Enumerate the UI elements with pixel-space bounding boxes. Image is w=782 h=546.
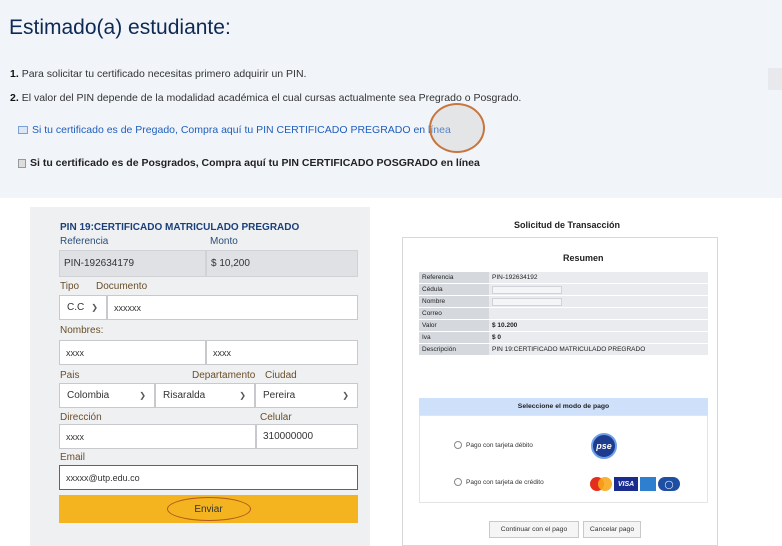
email-label: Email [60, 452, 86, 463]
row-key: Valor [419, 320, 489, 331]
direccion-label: Dirección [60, 412, 102, 423]
table-row: Cédula [419, 284, 708, 295]
amex-icon [640, 477, 656, 491]
row-key: Nombre [419, 296, 489, 307]
table-row: Nombre [419, 296, 708, 307]
celular-label: Celular [260, 412, 292, 423]
row-key: Descripción [419, 344, 489, 355]
departamento-select[interactable]: Risaralda ❯ [155, 383, 255, 408]
continue-payment-button[interactable]: Continuar con el pago [489, 521, 579, 538]
row-value [489, 284, 708, 295]
chevron-down-icon: ❯ [239, 391, 246, 400]
debit-label: Pago con tarjeta débito [466, 441, 533, 449]
row-value: PIN-192634192 [489, 272, 708, 283]
pais-select-value: Colombia [67, 390, 110, 401]
tipo-select[interactable]: C.C ❯ [59, 295, 107, 320]
table-row: Descripción PIN 19:CERTIFICADO MATRICULA… [419, 344, 708, 355]
pais-select[interactable]: Colombia ❯ [59, 383, 155, 408]
tipo-select-value: C.C [67, 302, 85, 313]
documento-label: Documento [96, 281, 148, 292]
table-row: Iva $ 0 [419, 332, 708, 343]
chevron-down-icon: ❯ [139, 391, 146, 400]
monto-label: Monto [210, 236, 238, 247]
submit-button[interactable]: Enviar [59, 495, 358, 523]
credit-radio[interactable] [454, 478, 462, 486]
nombre-input[interactable]: xxxx [59, 340, 206, 365]
side-decoration [768, 68, 782, 90]
ciudad-select-value: Pereira [263, 390, 296, 401]
book-icon [18, 126, 28, 134]
instruction-1-number: 1. [10, 68, 19, 80]
payment-methods: Pago con tarjeta débito pse Pago con tar… [419, 415, 708, 503]
row-key: Referencia [419, 272, 489, 283]
debit-option[interactable]: Pago con tarjeta débito [454, 441, 533, 449]
instruction-1: 1. Para solicitar tu certificado necesit… [10, 68, 306, 80]
departamento-label: Departamento [192, 370, 256, 381]
credit-label: Pago con tarjeta de crédito [466, 478, 544, 486]
debit-radio[interactable] [454, 441, 462, 449]
row-value: PIN 19:CERTIFICADO MATRICULADO PREGRADO [489, 344, 708, 355]
monto-field: $ 10,200 [206, 250, 358, 277]
pse-logo-icon: pse [591, 433, 617, 459]
instruction-1-text: Para solicitar tu certificado necesitas … [21, 68, 307, 80]
table-row: Valor $ 10.200 [419, 320, 708, 331]
cancel-payment-button[interactable]: Cancelar pago [583, 521, 641, 538]
row-value [489, 308, 708, 319]
table-row: Correo [419, 308, 708, 319]
ciudad-select[interactable]: Pereira ❯ [255, 383, 358, 408]
email-input[interactable]: xxxxx@utp.edu.co [59, 465, 358, 490]
instructions-panel: Estimado(a) estudiante: 1. Para solicita… [0, 0, 782, 198]
summary-table: Referencia PIN-192634192 Cédula Nombre C… [419, 272, 708, 356]
highlight-circle [429, 103, 485, 153]
chevron-down-icon: ❯ [91, 303, 98, 312]
pais-label: Pais [60, 370, 80, 381]
nombres-label: Nombres: [60, 325, 104, 336]
link-pin-posgrado-text[interactable]: Si tu certificado es de Posgrados, Compr… [30, 157, 480, 169]
documento-input[interactable]: xxxxxx [107, 295, 358, 320]
referencia-field: PIN-192634179 [59, 250, 206, 277]
card-logos: VISA ◯ [590, 477, 680, 491]
table-row: Referencia PIN-192634192 [419, 272, 708, 283]
referencia-label: Referencia [60, 236, 109, 247]
apellido-input[interactable]: xxxx [206, 340, 358, 365]
direccion-input[interactable]: xxxx [59, 424, 256, 449]
ciudad-label: Ciudad [265, 370, 297, 381]
instruction-2-number: 2. [10, 92, 19, 104]
row-key: Cédula [419, 284, 489, 295]
transaction-receipt: Resumen Referencia PIN-192634192 Cédula … [402, 237, 718, 546]
summary-title: Resumen [563, 253, 604, 263]
link-pin-pregrado-text[interactable]: Si tu certificado es de Pregado, Compra … [32, 124, 451, 136]
row-value: $ 0 [489, 332, 708, 343]
link-pin-posgrado[interactable]: Si tu certificado es de Posgrados, Compr… [18, 157, 480, 169]
visa-icon: VISA [614, 477, 638, 491]
redacted-box [492, 297, 562, 306]
document-icon [18, 158, 26, 168]
pin-purchase-form: PIN 19:CERTIFICADO MATRICULADO PREGRADO … [30, 207, 370, 546]
mastercard-icon [590, 477, 612, 491]
row-value: $ 10.200 [489, 320, 708, 331]
form-title: PIN 19:CERTIFICADO MATRICULADO PREGRADO [60, 222, 300, 233]
page-title: Estimado(a) estudiante: [9, 16, 231, 39]
link-pin-pregrado[interactable]: Si tu certificado es de Pregado, Compra … [18, 124, 451, 136]
submit-button-label: Enviar [166, 497, 251, 521]
payment-method-header: Seleccione el modo de pago [419, 398, 708, 415]
row-key: Iva [419, 332, 489, 343]
instruction-2-text: El valor del PIN depende de la modalidad… [21, 92, 522, 104]
tipo-label: Tipo [60, 281, 80, 292]
departamento-select-value: Risaralda [163, 390, 206, 401]
row-key: Correo [419, 308, 489, 319]
instruction-2: 2. El valor del PIN depende de la modali… [10, 92, 521, 104]
celular-input[interactable]: 310000000 [256, 424, 358, 449]
receipt-title: Solicitud de Transacción [514, 220, 621, 230]
row-value [489, 296, 708, 307]
chevron-down-icon: ❯ [342, 391, 349, 400]
redacted-box [492, 285, 562, 294]
credit-option[interactable]: Pago con tarjeta de crédito [454, 478, 544, 486]
diners-icon: ◯ [658, 477, 680, 491]
